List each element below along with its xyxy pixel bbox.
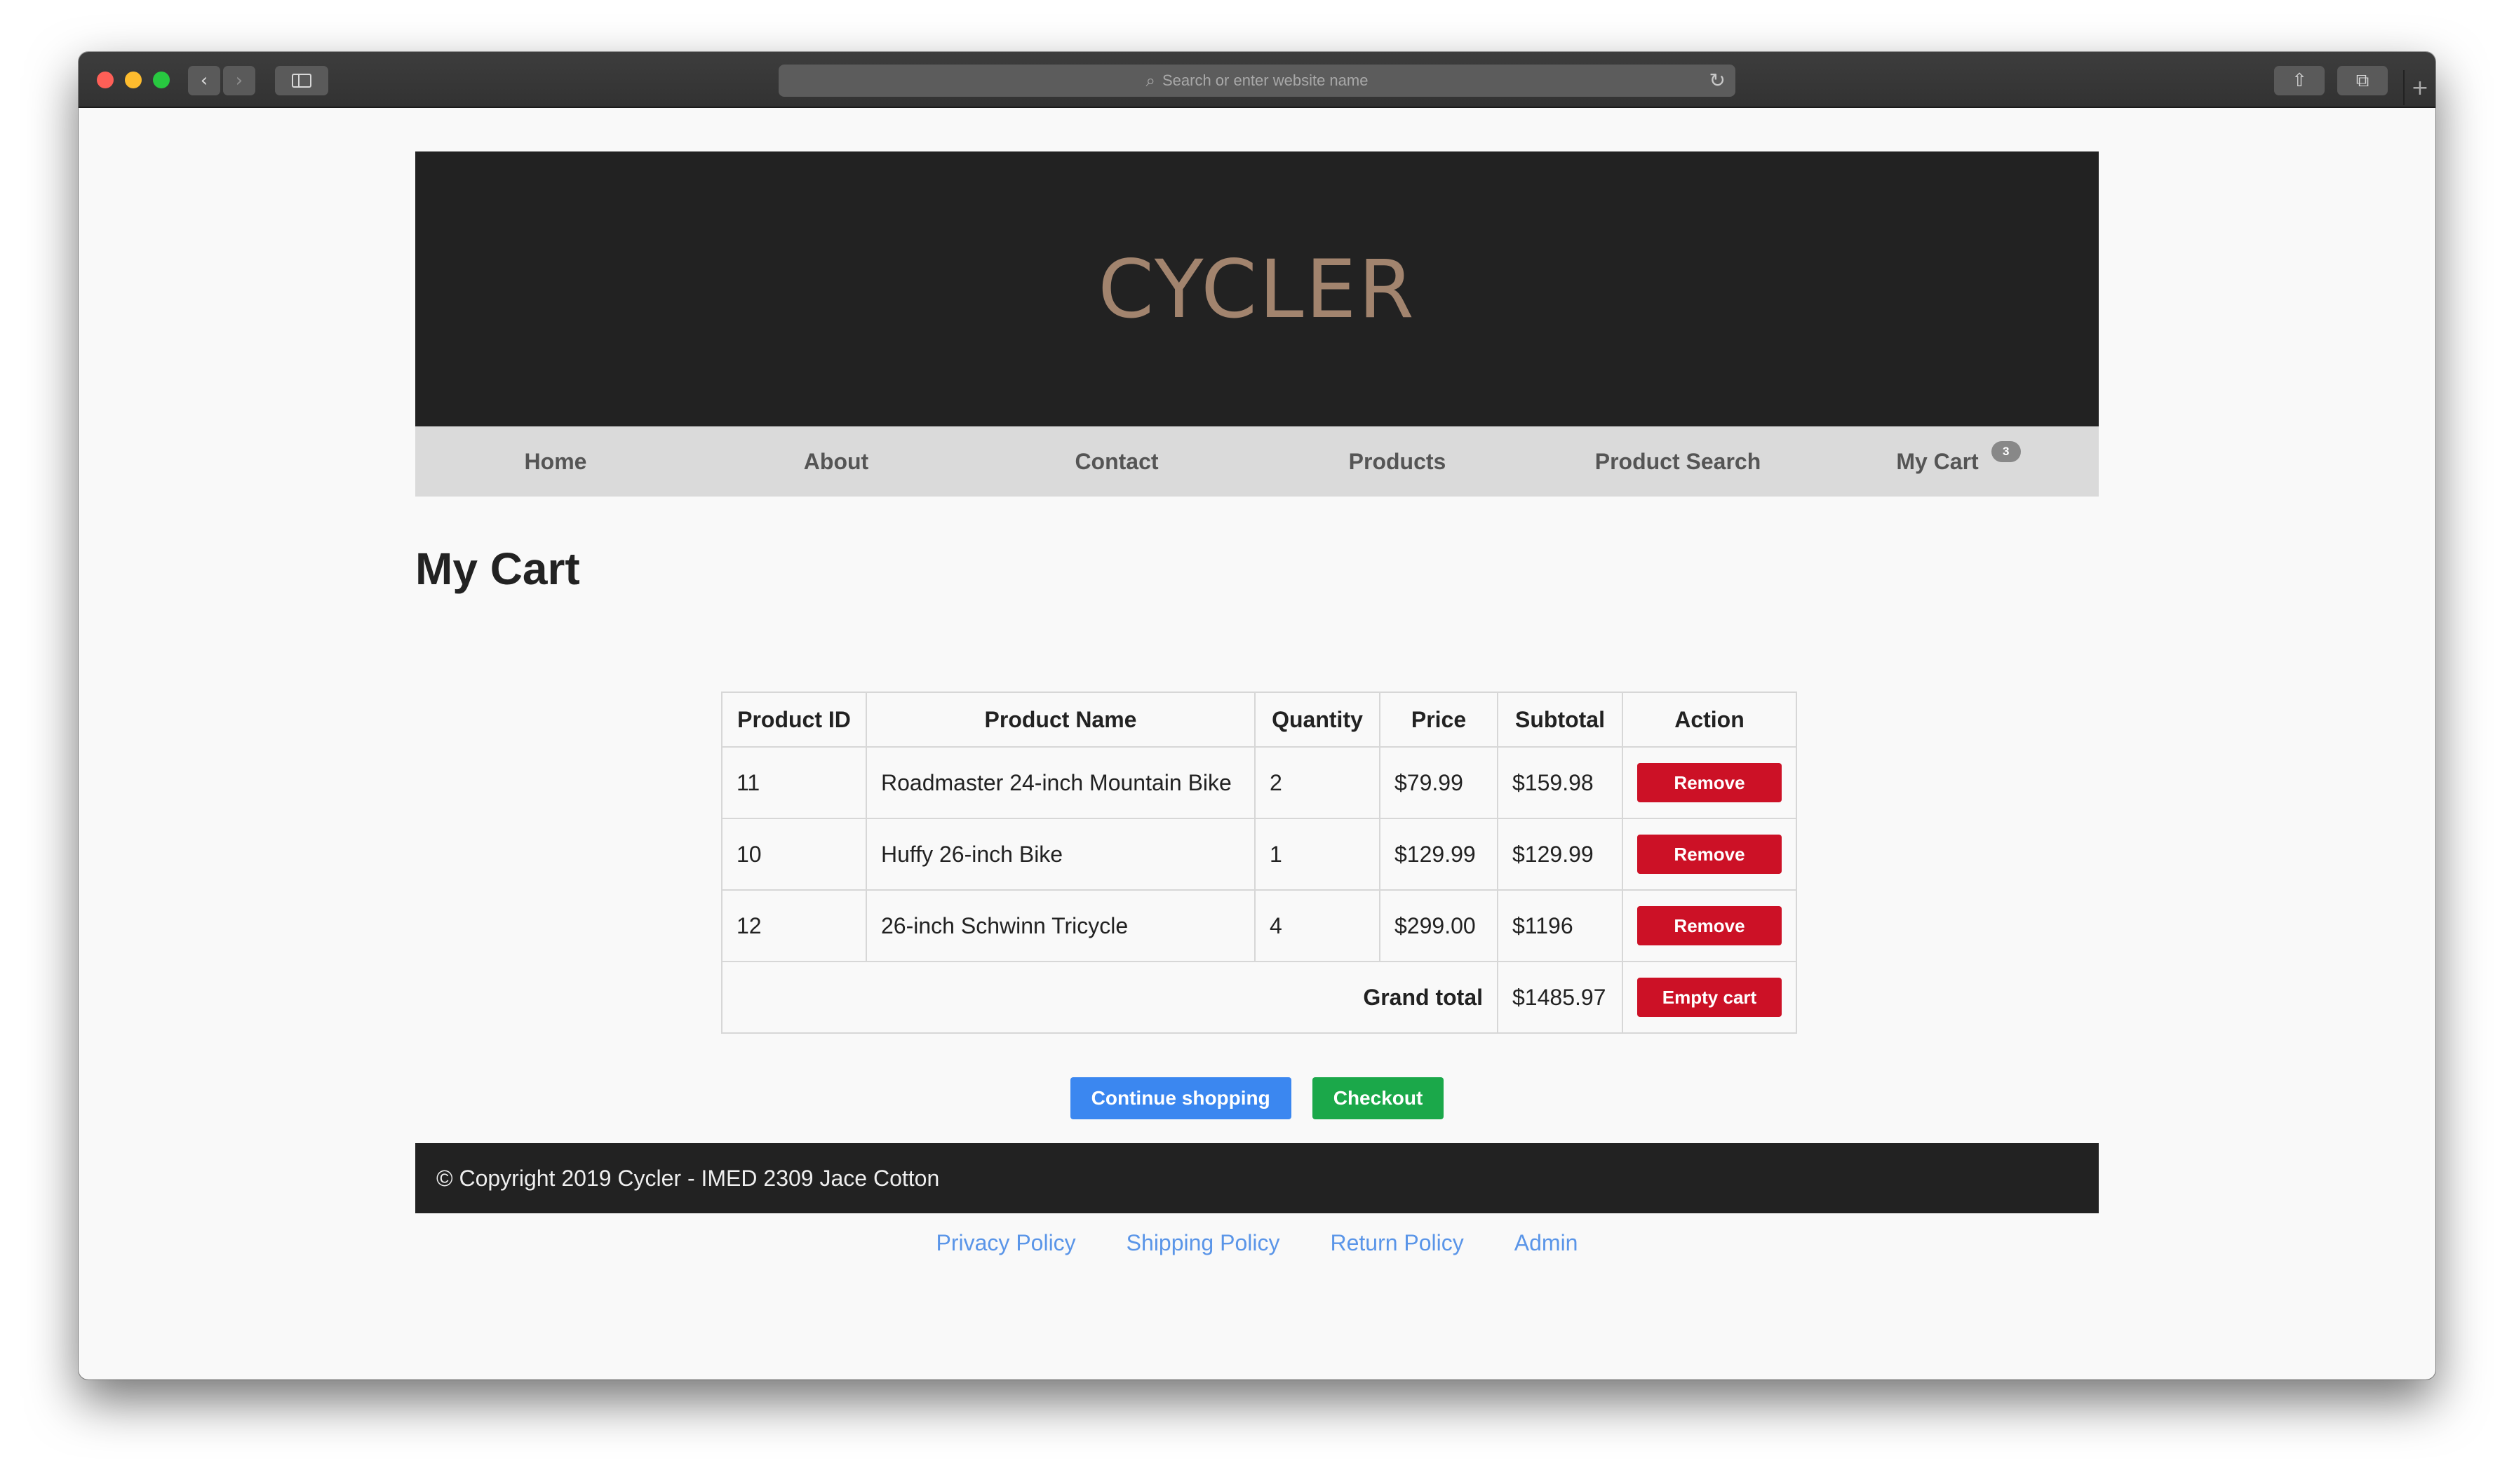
- nav-contact[interactable]: Contact: [976, 426, 1257, 497]
- share-button[interactable]: ⇧: [2274, 66, 2325, 95]
- grand-total-value: $1485.97: [1497, 961, 1623, 1034]
- cell-price: $79.99: [1379, 746, 1498, 819]
- nav-home-label: Home: [524, 448, 587, 474]
- forward-button[interactable]: ›: [223, 66, 255, 95]
- remove-button[interactable]: Remove: [1637, 906, 1782, 945]
- cell-product-id: 12: [721, 889, 867, 962]
- site-footer: © Copyright 2019 Cycler - IMED 2309 Jace…: [415, 1143, 2099, 1213]
- cell-action: Remove: [1622, 889, 1797, 962]
- cart-count-badge: 3: [1991, 441, 2021, 462]
- new-tab-button[interactable]: +: [2403, 70, 2435, 105]
- nav-products-label: Products: [1348, 448, 1446, 474]
- nav-product-search[interactable]: Product Search: [1538, 426, 1818, 497]
- privacy-policy-link[interactable]: Privacy Policy: [936, 1230, 1076, 1256]
- grand-total-row: Grand total $1485.97 Empty cart: [721, 961, 1797, 1034]
- nav-my-cart[interactable]: My Cart 3: [1818, 426, 2099, 497]
- back-button[interactable]: ‹: [188, 66, 220, 95]
- header-quantity: Quantity: [1254, 692, 1380, 748]
- cell-product-id: 11: [721, 746, 867, 819]
- nav-product-search-label: Product Search: [1594, 448, 1761, 474]
- table-row: 10 Huffy 26-inch Bike 1 $129.99 $129.99 …: [721, 818, 1797, 891]
- header-subtotal: Subtotal: [1497, 692, 1623, 748]
- admin-link[interactable]: Admin: [1514, 1230, 1578, 1256]
- shipping-policy-link[interactable]: Shipping Policy: [1127, 1230, 1280, 1256]
- nav-my-cart-label: My Cart: [1896, 448, 1979, 474]
- site-header: CYCLER: [415, 151, 2099, 426]
- close-window-button[interactable]: [97, 72, 114, 88]
- checkout-button[interactable]: Checkout: [1312, 1077, 1444, 1119]
- reload-icon[interactable]: ↻: [1709, 69, 1726, 92]
- nav-home[interactable]: Home: [415, 426, 696, 497]
- new-tab-icon: +: [2411, 75, 2429, 100]
- remove-button[interactable]: Remove: [1637, 835, 1782, 874]
- header-action: Action: [1622, 692, 1797, 748]
- forward-icon: ›: [235, 70, 243, 91]
- address-bar[interactable]: ⌕ Search or enter website name ↻: [779, 65, 1735, 97]
- return-policy-link[interactable]: Return Policy: [1330, 1230, 1463, 1256]
- table-row: 11 Roadmaster 24-inch Mountain Bike 2 $7…: [721, 746, 1797, 819]
- cell-quantity: 2: [1254, 746, 1380, 819]
- cell-quantity: 4: [1254, 889, 1380, 962]
- site-logo[interactable]: CYCLER: [1098, 243, 1416, 336]
- header-price: Price: [1379, 692, 1498, 748]
- tabs-icon: ⧉: [2355, 69, 2370, 91]
- main-nav: Home About Contact Products Product Sear…: [415, 426, 2099, 497]
- browser-window: ‹ › ⌕ Search or enter website name ↻ ⇧ ⧉…: [79, 52, 2435, 1380]
- sidebar-icon: [292, 74, 311, 88]
- continue-shopping-button[interactable]: Continue shopping: [1070, 1077, 1291, 1119]
- cell-product-name: Roadmaster 24-inch Mountain Bike: [866, 746, 1256, 819]
- header-product-name: Product Name: [866, 692, 1256, 748]
- header-product-id: Product ID: [721, 692, 867, 748]
- cell-quantity: 1: [1254, 818, 1380, 891]
- cell-subtotal: $1196: [1497, 889, 1623, 962]
- copyright-text: © Copyright 2019 Cycler - IMED 2309 Jace…: [436, 1165, 940, 1191]
- nav-about-label: About: [803, 448, 869, 474]
- table-row: 12 26-inch Schwinn Tricycle 4 $299.00 $1…: [721, 889, 1797, 962]
- minimize-window-button[interactable]: [125, 72, 142, 88]
- cell-action: Remove: [1622, 746, 1797, 819]
- cell-action: Empty cart: [1622, 961, 1797, 1034]
- search-icon: ⌕: [1145, 71, 1155, 90]
- cell-product-id: 10: [721, 818, 867, 891]
- page-title: My Cart: [415, 544, 580, 594]
- cell-subtotal: $129.99: [1497, 818, 1623, 891]
- cell-price: $299.00: [1379, 889, 1498, 962]
- grand-total-label: Grand total: [721, 961, 1498, 1034]
- title-bar: ‹ › ⌕ Search or enter website name ↻ ⇧ ⧉…: [79, 52, 2435, 108]
- cell-action: Remove: [1622, 818, 1797, 891]
- cart-header-row: Product ID Product Name Quantity Price S…: [721, 692, 1797, 748]
- empty-cart-button[interactable]: Empty cart: [1637, 978, 1782, 1017]
- nav-products[interactable]: Products: [1257, 426, 1538, 497]
- sidebar-button[interactable]: [275, 66, 328, 95]
- cell-subtotal: $159.98: [1497, 746, 1623, 819]
- share-icon: ⇧: [2292, 70, 2307, 91]
- cell-product-name: 26-inch Schwinn Tricycle: [866, 889, 1256, 962]
- cell-price: $129.99: [1379, 818, 1498, 891]
- nav-contact-label: Contact: [1075, 448, 1159, 474]
- tabs-button[interactable]: ⧉: [2337, 66, 2388, 95]
- page-content: CYCLER Home About Contact Products Produ…: [415, 151, 2099, 1255]
- footer-links: Privacy Policy Shipping Policy Return Po…: [415, 1230, 2099, 1256]
- zoom-window-button[interactable]: [153, 72, 170, 88]
- remove-button[interactable]: Remove: [1637, 763, 1782, 802]
- cart-table: Product ID Product Name Quantity Price S…: [721, 692, 1797, 1034]
- nav-about[interactable]: About: [696, 426, 976, 497]
- back-icon: ‹: [200, 70, 208, 91]
- cart-actions: Continue shopping Checkout: [415, 1077, 2099, 1119]
- cell-product-name: Huffy 26-inch Bike: [866, 818, 1256, 891]
- address-placeholder: Search or enter website name: [1162, 72, 1369, 89]
